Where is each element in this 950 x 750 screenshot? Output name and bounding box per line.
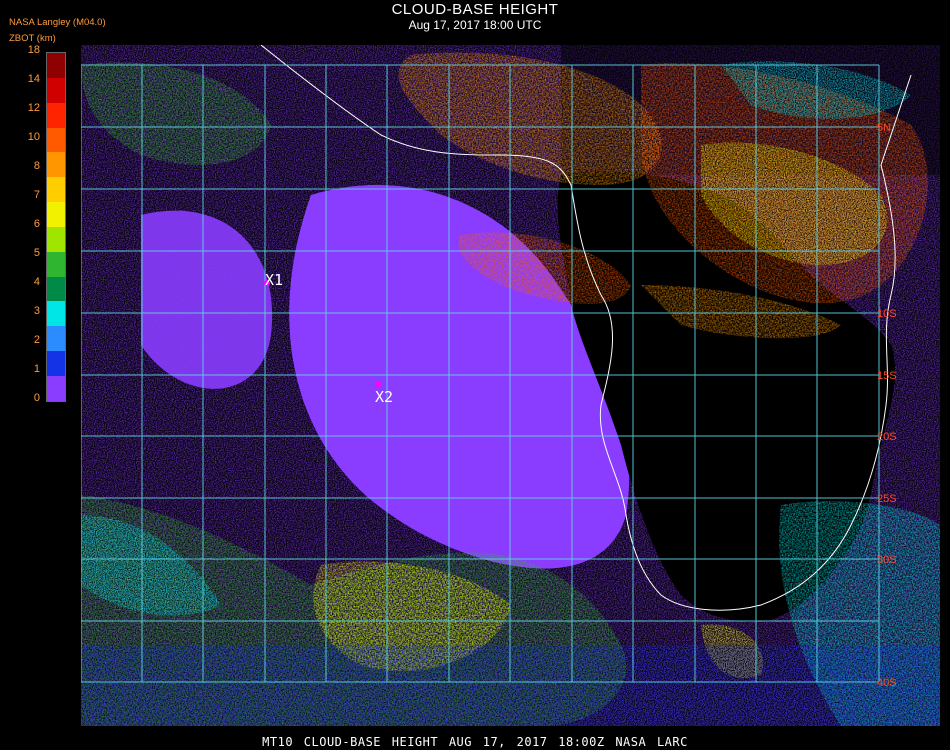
colorbar-swatch bbox=[47, 351, 65, 376]
colorbar-swatch bbox=[47, 152, 65, 178]
colorbar-swatch bbox=[47, 326, 65, 352]
latitude-label: 20S bbox=[877, 431, 897, 443]
latitude-label: 30S bbox=[877, 554, 897, 566]
marker-x2-dot bbox=[375, 381, 381, 387]
colorbar-swatch bbox=[47, 251, 65, 277]
colorbar-tick-label: 0 bbox=[33, 392, 40, 404]
colorbar-tick-label: 6 bbox=[33, 218, 40, 230]
colorbar-swatch bbox=[47, 301, 65, 327]
map-footer: MT10 CLOUD-BASE HEIGHT AUG 17, 2017 18:0… bbox=[262, 735, 688, 749]
colorbar-tick-label: 18 bbox=[27, 44, 40, 56]
credit-label: NASA Langley (M04.0) bbox=[9, 17, 106, 28]
map-canvas: 5N 10S 15S 20S 25S 30S 40S X1 X2 bbox=[81, 45, 940, 726]
colorbar-swatch bbox=[47, 226, 65, 252]
colorbar-tick-label: 12 bbox=[27, 102, 40, 114]
colorbar-tick-label: 4 bbox=[33, 276, 40, 288]
colorbar-swatch bbox=[47, 53, 65, 78]
colorbar-swatch bbox=[47, 102, 65, 128]
satellite-map[interactable]: 5N 10S 15S 20S 25S 30S 40S X1 X2 bbox=[81, 45, 940, 726]
colorbar-swatch bbox=[47, 375, 65, 401]
map-title: CLOUD-BASE HEIGHT bbox=[391, 1, 559, 18]
colorbar-tick-label: 1 bbox=[33, 363, 40, 375]
colorbar-tick-label: 8 bbox=[33, 160, 40, 172]
latitude-label: 15S bbox=[877, 370, 897, 382]
latitude-label: 5N bbox=[877, 122, 891, 134]
colorbar-tick-label: 3 bbox=[33, 305, 40, 317]
colorbar-swatch bbox=[47, 202, 65, 227]
map-subtitle: Aug 17, 2017 18:00 UTC bbox=[408, 18, 542, 32]
colorbar-tick-label: 10 bbox=[27, 131, 40, 143]
latitude-label: 25S bbox=[877, 493, 897, 505]
marker-x1[interactable]: X1 bbox=[264, 271, 283, 289]
colorbar-swatch bbox=[47, 77, 65, 103]
colorbar-tick-label: 5 bbox=[33, 247, 40, 259]
latitude-label: 10S bbox=[877, 308, 897, 320]
unit-label: ZBOT (km) bbox=[9, 33, 56, 44]
marker-x2-label: X2 bbox=[375, 388, 393, 406]
latitude-label: 40S bbox=[877, 677, 897, 689]
colorbar-swatch bbox=[47, 276, 65, 302]
colorbar bbox=[46, 52, 66, 402]
colorbar-tick-label: 14 bbox=[27, 73, 40, 85]
colorbar-ticks: 18 14 12 10 8 7 6 5 4 3 2 1 0 bbox=[0, 44, 44, 414]
colorbar-swatch bbox=[47, 127, 65, 153]
colorbar-tick-label: 2 bbox=[33, 334, 40, 346]
marker-x1-label: X1 bbox=[265, 271, 283, 289]
colorbar-swatch bbox=[47, 177, 65, 203]
colorbar-tick-label: 7 bbox=[33, 189, 40, 201]
